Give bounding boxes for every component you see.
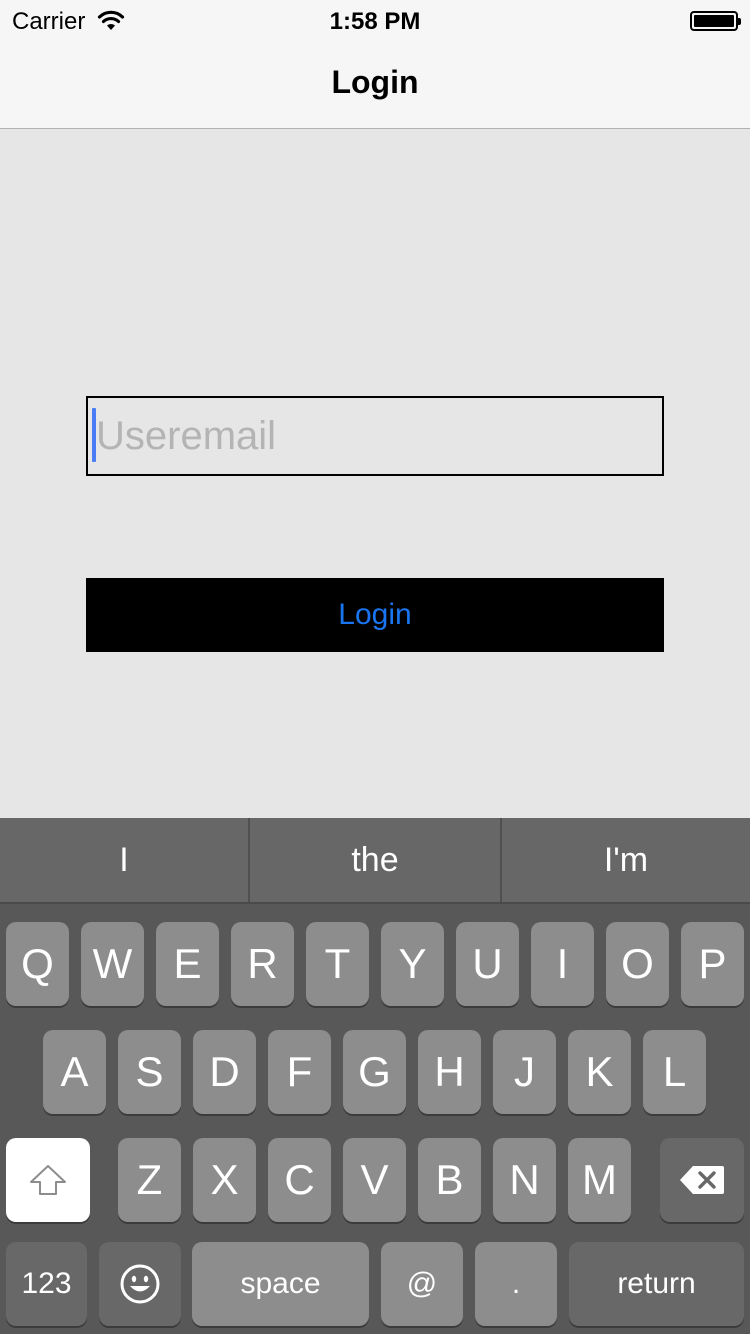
suggestion-item[interactable]: I: [0, 818, 248, 902]
shift-icon: [28, 1163, 68, 1197]
numbers-key[interactable]: 123: [6, 1242, 87, 1326]
key-b[interactable]: B: [418, 1138, 481, 1222]
key-p[interactable]: P: [681, 922, 744, 1006]
key-v[interactable]: V: [343, 1138, 406, 1222]
key-m[interactable]: M: [568, 1138, 631, 1222]
key-u[interactable]: U: [456, 922, 519, 1006]
status-bar: Carrier 1:58 PM: [0, 0, 750, 40]
email-input[interactable]: [94, 398, 660, 474]
return-key[interactable]: return: [569, 1242, 744, 1326]
suggestion-item[interactable]: the: [248, 818, 500, 902]
key-d[interactable]: D: [193, 1030, 256, 1114]
suggestion-item[interactable]: I'm: [500, 818, 750, 902]
emoji-icon: [119, 1263, 161, 1305]
key-g[interactable]: G: [343, 1030, 406, 1114]
dot-key[interactable]: .: [475, 1242, 557, 1326]
backspace-icon: [679, 1164, 725, 1196]
key-t[interactable]: T: [306, 922, 369, 1006]
divider: [0, 902, 750, 904]
key-f[interactable]: F: [268, 1030, 331, 1114]
key-j[interactable]: J: [493, 1030, 556, 1114]
delete-key[interactable]: [660, 1138, 744, 1222]
key-n[interactable]: N: [493, 1138, 556, 1222]
space-key[interactable]: space: [192, 1242, 369, 1326]
key-i[interactable]: I: [531, 922, 594, 1006]
status-time: 1:58 PM: [329, 8, 421, 35]
key-y[interactable]: Y: [381, 922, 444, 1006]
key-o[interactable]: O: [606, 922, 669, 1006]
key-c[interactable]: C: [268, 1138, 331, 1222]
key-z[interactable]: Z: [118, 1138, 181, 1222]
key-a[interactable]: A: [43, 1030, 106, 1114]
login-screen: Carrier 1:58 PM Login Login I the I'm Q: [0, 0, 750, 1334]
shift-key[interactable]: [6, 1138, 90, 1222]
key-q[interactable]: Q: [6, 922, 69, 1006]
key-r[interactable]: R: [231, 922, 294, 1006]
key-h[interactable]: H: [418, 1030, 481, 1114]
at-key[interactable]: @: [381, 1242, 463, 1326]
key-w[interactable]: W: [81, 922, 144, 1006]
navigation-header: Carrier 1:58 PM Login: [0, 0, 750, 129]
key-l[interactable]: L: [643, 1030, 706, 1114]
page-title: Login: [331, 64, 419, 100]
keyboard: I the I'm Q W E R T Y U I O P A S D F G …: [0, 818, 750, 1334]
key-s[interactable]: S: [118, 1030, 181, 1114]
battery-icon: [690, 11, 741, 31]
key-x[interactable]: X: [193, 1138, 256, 1222]
login-button[interactable]: Login: [86, 578, 664, 652]
predictive-bar: I the I'm: [0, 818, 750, 902]
key-k[interactable]: K: [568, 1030, 631, 1114]
email-field[interactable]: [86, 396, 664, 476]
emoji-key[interactable]: [99, 1242, 181, 1326]
key-e[interactable]: E: [156, 922, 219, 1006]
